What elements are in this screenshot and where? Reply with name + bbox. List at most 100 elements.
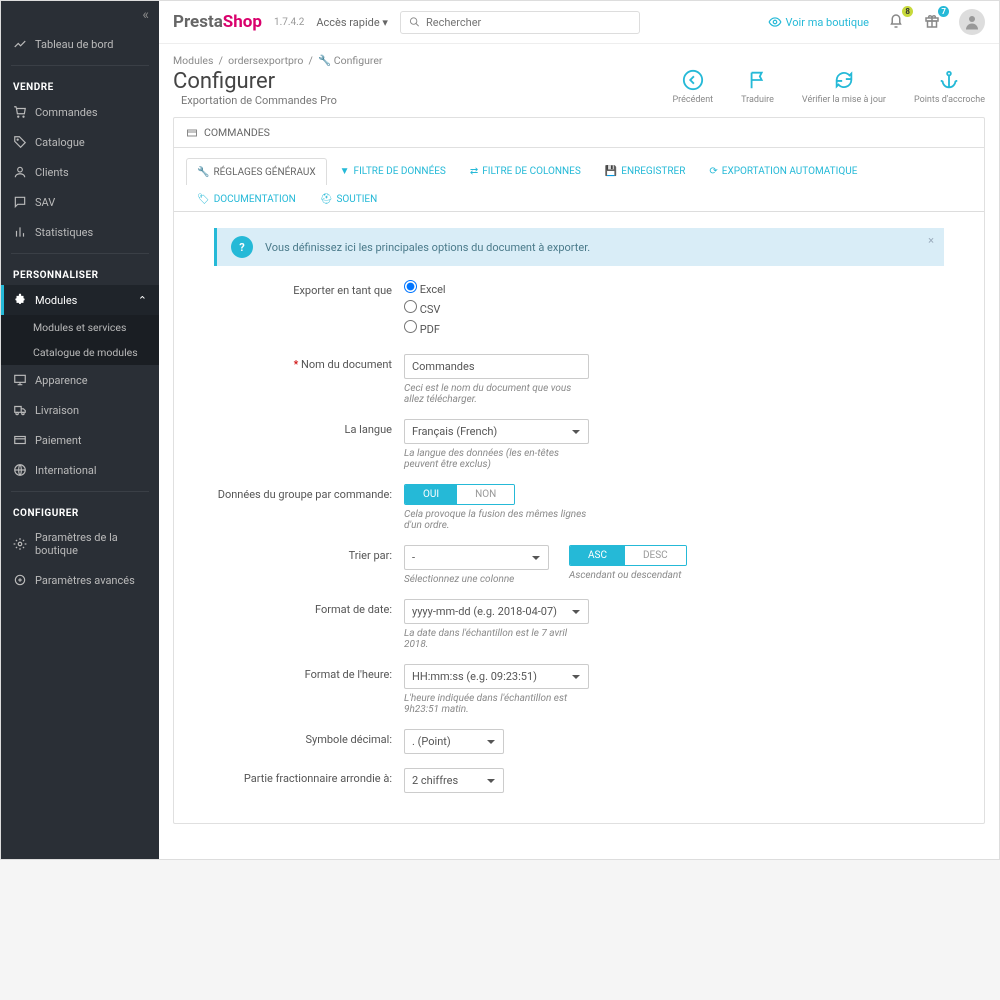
radio-csv[interactable]: CSV	[404, 300, 589, 316]
search-box[interactable]	[400, 11, 640, 34]
info-close[interactable]: ×	[928, 234, 934, 247]
crumb-configure: Configurer	[334, 54, 383, 67]
sidebar-dashboard[interactable]: Tableau de bord	[1, 29, 159, 59]
back-button[interactable]: Précédent	[672, 69, 713, 105]
help-dateformat: La date dans l'échantillon est le 7 avri…	[404, 628, 589, 650]
eye-icon	[768, 15, 782, 29]
label-timeformat: Format de l'heure:	[214, 664, 404, 681]
logo: PrestaShop	[173, 12, 262, 32]
info-box: ? Vous définissez ici les principales op…	[214, 228, 944, 266]
label-fraction: Partie fractionnaire arrondie à:	[214, 768, 404, 785]
sidebar-orders[interactable]: Commandes	[1, 97, 159, 127]
update-button[interactable]: Vérifier la mise à jour	[802, 69, 886, 105]
puzzle-icon	[13, 293, 27, 307]
view-shop[interactable]: Voir ma boutique	[768, 15, 869, 29]
search-input[interactable]	[426, 16, 631, 29]
page-subtitle: Exportation de Commandes Pro	[173, 94, 337, 107]
breadcrumb: Modules / ordersexportpro / 🔧 Configurer	[173, 44, 985, 69]
radio-excel[interactable]: Excel	[404, 280, 589, 296]
tabs: 🔧 RÉGLAGES GÉNÉRAUX ▼ FILTRE DE DONNÉES …	[174, 148, 984, 212]
sidebar-modules-catalog[interactable]: Catalogue de modules	[1, 340, 159, 365]
label-lang: La langue	[214, 419, 404, 436]
tab-doc[interactable]: 🏷 DOCUMENTATION	[186, 186, 307, 212]
select-timeformat[interactable]: HH:mm:ss (e.g. 09:23:51)	[404, 664, 589, 689]
tab-general[interactable]: 🔧 RÉGLAGES GÉNÉRAUX	[186, 158, 327, 185]
toggle-order[interactable]: ASCDESC	[569, 545, 687, 566]
quick-access[interactable]: Accès rapide ▾	[316, 16, 388, 29]
anchor-icon	[938, 69, 960, 91]
help-timeformat: L'heure indiquée dans l'échantillon est …	[404, 693, 589, 715]
sidebar-delivery[interactable]: Livraison	[1, 395, 159, 425]
sidebar-clients[interactable]: Clients	[1, 157, 159, 187]
sidebar-modules[interactable]: Modules⌃	[1, 285, 159, 315]
globe-icon	[13, 463, 27, 477]
tab-datafilter[interactable]: ▼ FILTRE DE DONNÉES	[329, 158, 457, 184]
sidebar-modules-services[interactable]: Modules et services	[1, 315, 159, 340]
translate-button[interactable]: Traduire	[741, 69, 774, 105]
sidebar-intl[interactable]: International	[1, 455, 159, 485]
gifts[interactable]: 7	[923, 12, 941, 33]
tab-autoexport[interactable]: ⟳ EXPORTATION AUTOMATIQUE	[698, 158, 868, 184]
sidebar-shop-params[interactable]: Paramètres de la boutique	[1, 523, 159, 565]
label-dateformat: Format de date:	[214, 599, 404, 616]
gift-badge: 7	[938, 6, 949, 17]
search-icon	[409, 16, 420, 28]
sidebar-collapse[interactable]: «	[1, 1, 159, 29]
hooks-button[interactable]: Points d'accroche	[914, 69, 985, 105]
chat-icon	[13, 195, 27, 209]
select-sort[interactable]: -	[404, 545, 549, 570]
label-decimal: Symbole décimal:	[214, 729, 404, 746]
label-sort: Trier par:	[214, 545, 404, 562]
radio-pdf[interactable]: PDF	[404, 320, 589, 336]
trend-icon	[13, 37, 27, 51]
help-docname: Ceci est le nom du document que vous all…	[404, 383, 589, 405]
crumb-module[interactable]: ordersexportpro	[228, 54, 303, 67]
sidebar-sav[interactable]: SAV	[1, 187, 159, 217]
crumb-modules[interactable]: Modules	[173, 54, 213, 67]
avatar-icon	[963, 13, 981, 31]
sidebar-catalog[interactable]: Catalogue	[1, 127, 159, 157]
notif-badge: 8	[902, 6, 913, 17]
page-title: Configurer	[173, 69, 337, 94]
sidebar: « Tableau de bord VENDRE Commandes Catal…	[1, 1, 159, 859]
toggle-group[interactable]: OUINON	[404, 484, 515, 505]
cart-icon	[13, 105, 27, 119]
sidebar-appearance[interactable]: Apparence	[1, 365, 159, 395]
sidebar-payment[interactable]: Paiement	[1, 425, 159, 455]
help-group: Cela provoque la fusion des mêmes lignes…	[404, 509, 589, 531]
section-sell: VENDRE	[1, 72, 159, 97]
label-export-as: Exporter en tant que	[214, 280, 404, 297]
label-group: Données du groupe par commande:	[214, 484, 404, 501]
help-sort: Sélectionnez une colonne	[404, 574, 549, 585]
user-avatar[interactable]	[959, 9, 985, 35]
truck-icon	[13, 403, 27, 417]
select-fraction[interactable]: 2 chiffres	[404, 768, 504, 793]
info-icon: ?	[231, 236, 253, 258]
sidebar-adv-params[interactable]: Paramètres avancés	[1, 565, 159, 595]
flag-icon	[747, 69, 769, 91]
topbar: PrestaShop 1.7.4.2 Accès rapide ▾ Voir m…	[159, 1, 999, 44]
gear-plus-icon	[13, 573, 27, 587]
panel-commandes: COMMANDES 🔧 RÉGLAGES GÉNÉRAUX ▼ FILTRE D…	[173, 117, 985, 824]
card-icon	[186, 127, 198, 139]
select-lang[interactable]: Français (French)	[404, 419, 589, 444]
bars-icon	[13, 225, 27, 239]
panel-header: COMMANDES	[174, 118, 984, 148]
refresh-icon	[833, 69, 855, 91]
desktop-icon	[13, 373, 27, 387]
info-text: Vous définissez ici les principales opti…	[265, 241, 590, 254]
chevron-up-icon: ⌃	[138, 294, 147, 307]
version: 1.7.4.2	[274, 17, 304, 28]
select-dateformat[interactable]: yyyy-mm-dd (e.g. 2018-04-07)	[404, 599, 589, 624]
input-docname[interactable]	[404, 354, 589, 379]
select-decimal[interactable]: . (Point)	[404, 729, 504, 754]
section-configure: CONFIGURER	[1, 498, 159, 523]
help-order: Ascendant ou descendant	[569, 570, 687, 581]
help-lang: La langue des données (les en-têtes peuv…	[404, 448, 589, 470]
tab-support[interactable]: ⛑ SOUTIEN	[309, 186, 389, 212]
tab-colfilter[interactable]: ⇄ FILTRE DE COLONNES	[459, 158, 592, 184]
section-customize: PERSONNALISER	[1, 260, 159, 285]
sidebar-stats[interactable]: Statistiques	[1, 217, 159, 247]
notifications[interactable]: 8	[887, 12, 905, 33]
tab-save[interactable]: 💾 ENREGISTRER	[594, 158, 697, 184]
